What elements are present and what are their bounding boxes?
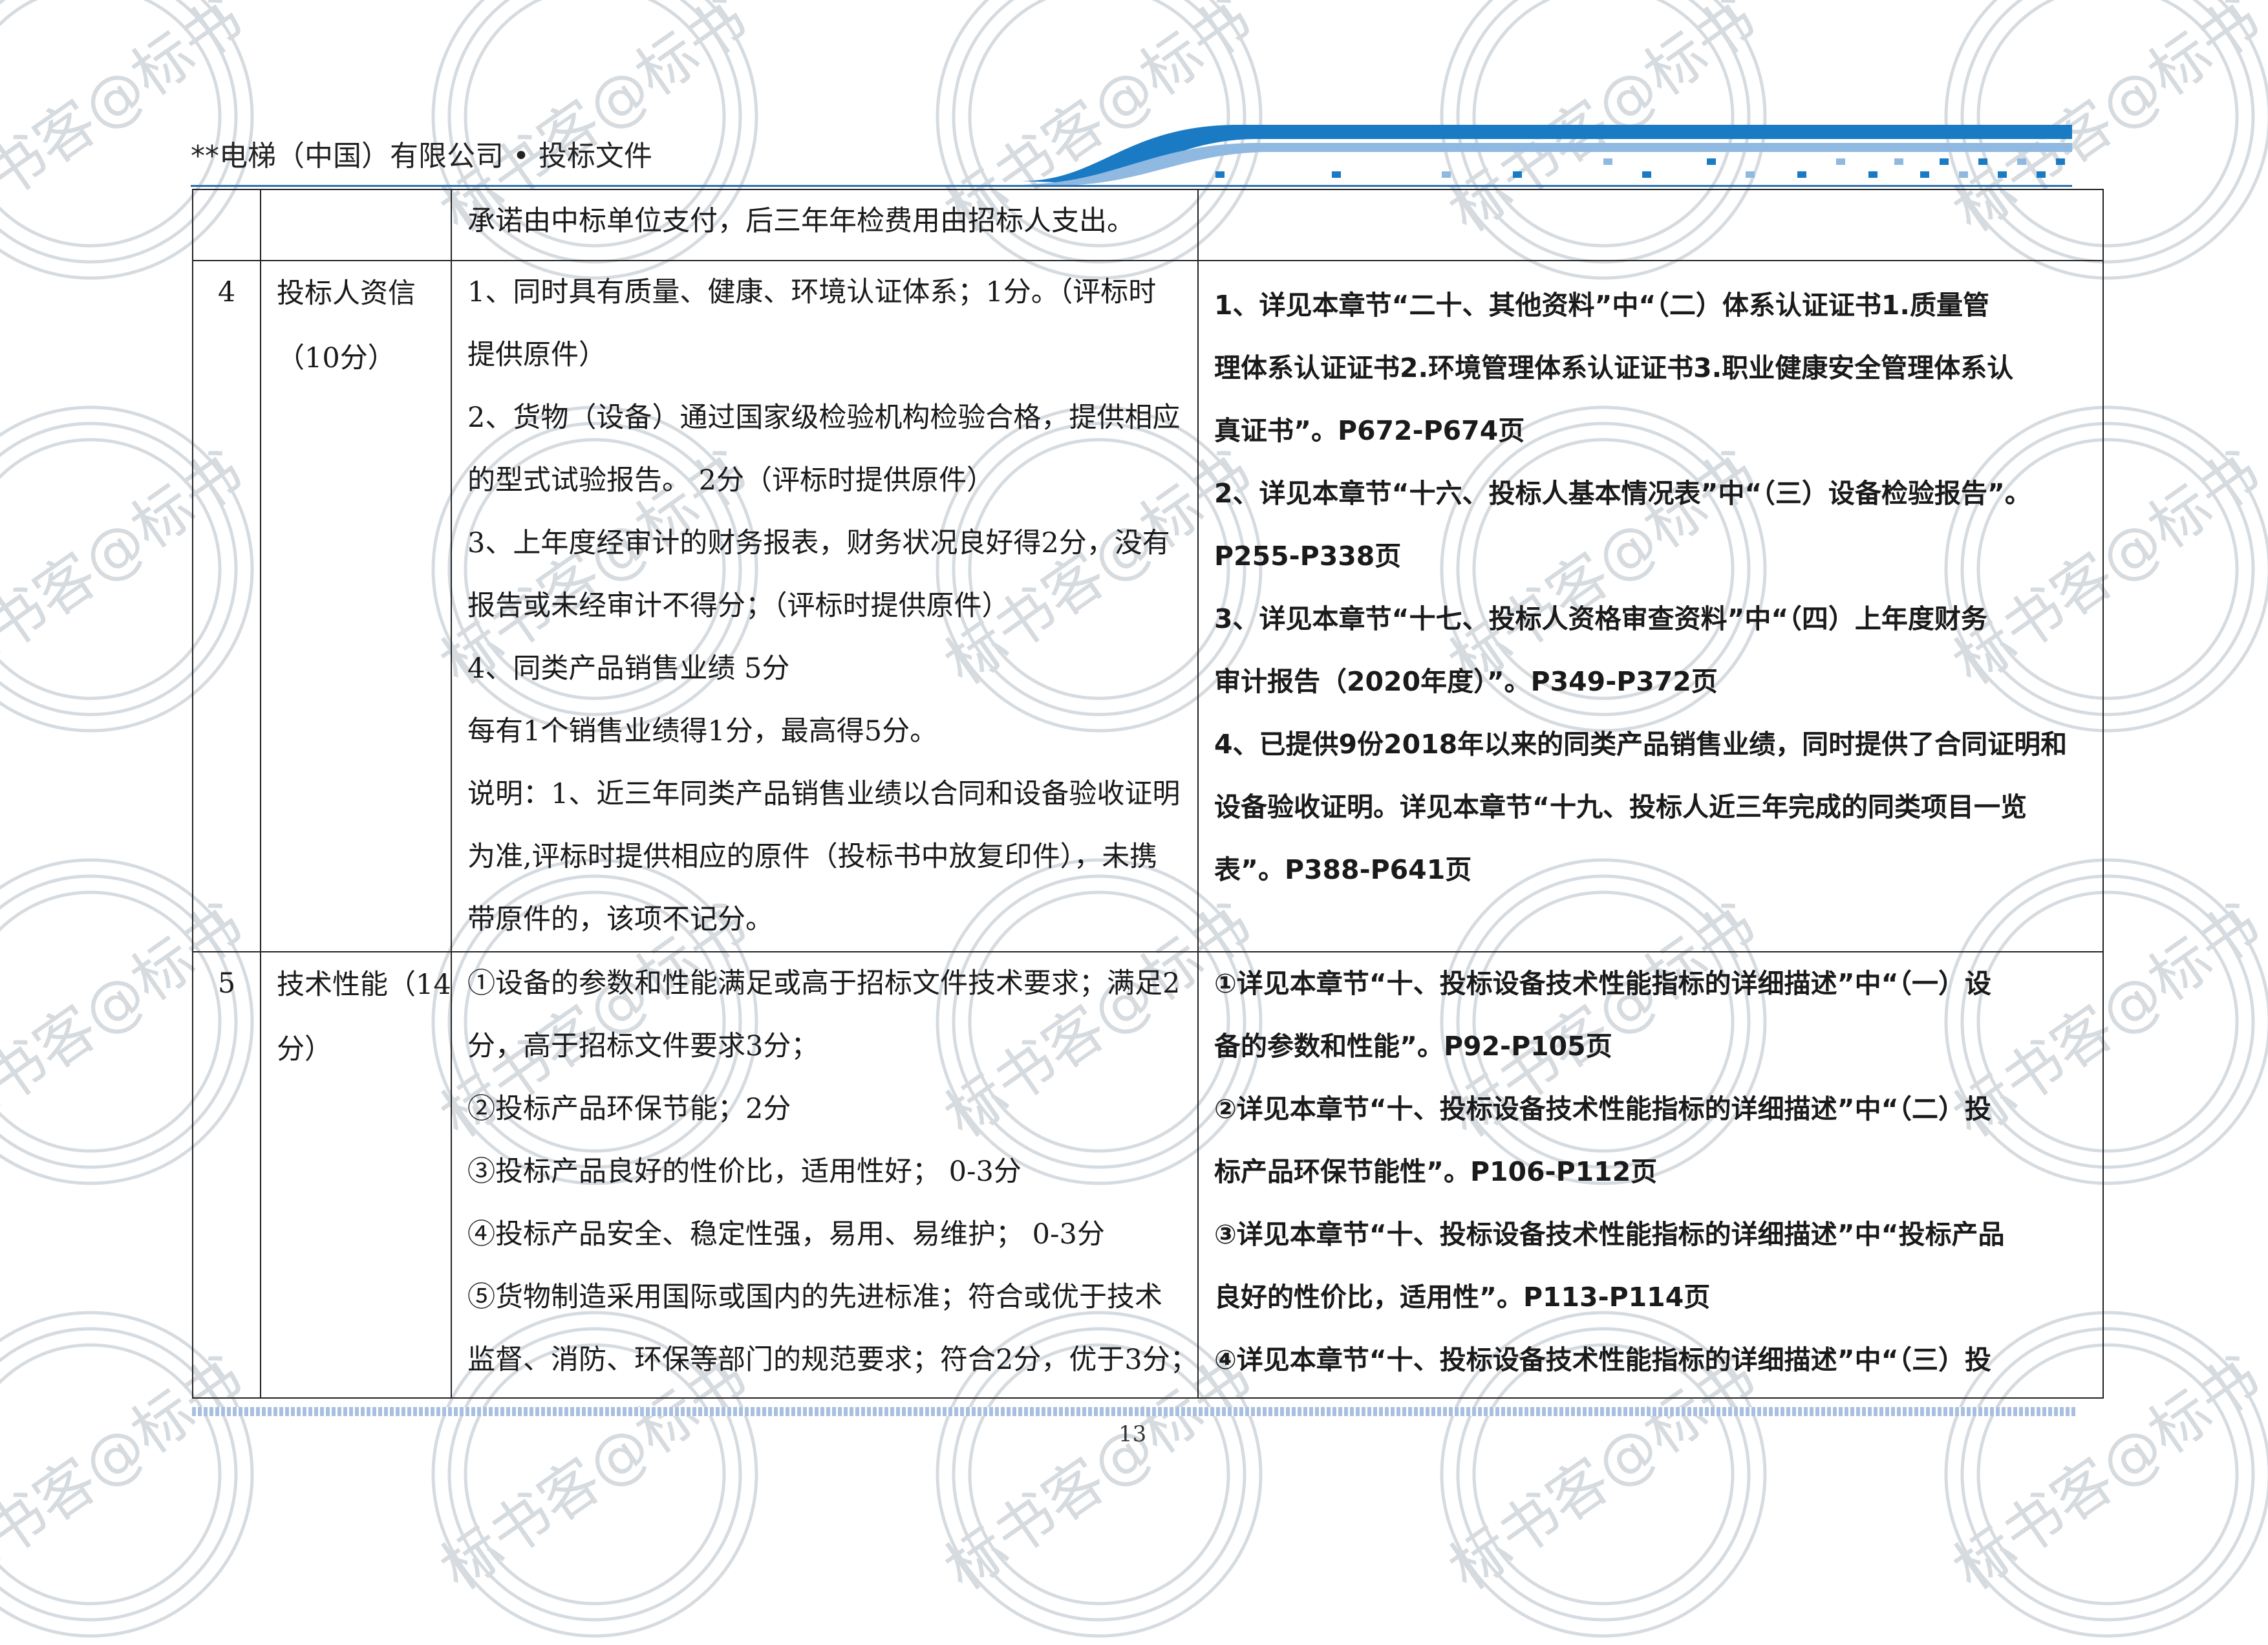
decoration-square bbox=[1603, 158, 1612, 165]
response-line: 理体系认证证书2.环境管理体系认证证书3.职业健康安全管理体系认 bbox=[1214, 352, 2014, 383]
criteria-line: 报告或未经审计不得分；（评标时提供原件） bbox=[467, 590, 1010, 622]
criteria-line: 为准,评标时提供相应的原件（投标书中放复印件），未携 bbox=[467, 841, 1158, 873]
table-row: 承诺由中标单位支付，后三年年检费用由招标人支出。 bbox=[192, 189, 2104, 261]
criteria-line: 带原件的，该项不记分。 bbox=[467, 903, 773, 936]
response-line: 1、详见本章节“二十、其他资料”中“（二）体系认证证书1.质量管 bbox=[1214, 290, 1989, 321]
response-line: 3、详见本章节“十七、投标人资格审查资料”中“（四）上年度财务 bbox=[1214, 603, 1987, 634]
decoration-square bbox=[1513, 171, 1522, 178]
criteria-cell: 1、同时具有质量、健康、环境认证体系；1分。（评标时 提供原件） 2、货物（设备… bbox=[451, 260, 1199, 952]
criteria-line: ①设备的参数和性能满足或高于招标文件技术要求；满足2 bbox=[467, 967, 1181, 1000]
row-number-cell bbox=[192, 189, 261, 261]
criteria-cell: 承诺由中标单位支付，后三年年检费用由招标人支出。 bbox=[451, 189, 1199, 261]
item-cell bbox=[260, 189, 452, 261]
row-number-cell: 4 bbox=[192, 260, 261, 952]
criteria-line: 监督、消防、环保等部门的规范要求；符合2分，优于3分； bbox=[467, 1344, 1198, 1376]
decoration-square bbox=[1642, 171, 1651, 178]
criteria-line: 3、上年度经审计的财务报表，财务状况良好得2分，没有 bbox=[467, 527, 1170, 559]
decoration-square bbox=[1940, 158, 1949, 165]
header-decoration bbox=[1022, 125, 2072, 186]
header-rule bbox=[191, 185, 2072, 187]
decoration-square bbox=[1707, 158, 1716, 165]
response-line: ②详见本章节“十、投标设备技术性能指标的详细描述”中“（二）投 bbox=[1214, 1093, 1992, 1124]
criteria-line: ④投标产品安全、稳定性强，易用、易维护； 0-3分 bbox=[467, 1218, 1105, 1251]
response-cell bbox=[1197, 189, 2104, 261]
decoration-square bbox=[1978, 158, 1987, 165]
response-line: 备的参数和性能”。P92-P105页 bbox=[1214, 1031, 1612, 1062]
criteria-line: ③投标产品良好的性价比，适用性好； 0-3分 bbox=[467, 1156, 1022, 1188]
criteria-line: 提供原件） bbox=[467, 339, 606, 371]
criteria-line: 4、同类产品销售业绩 5分 bbox=[467, 652, 790, 685]
decoration-square bbox=[1797, 171, 1806, 178]
decoration-square bbox=[1920, 171, 1929, 178]
decoration-square bbox=[1746, 171, 1755, 178]
decoration-square bbox=[1868, 171, 1878, 178]
item-score: （10分） bbox=[277, 342, 396, 374]
decoration-square bbox=[1959, 171, 1968, 178]
criteria-cell: ①设备的参数和性能满足或高于招标文件技术要求；满足2 分，高于招标文件要求3分；… bbox=[451, 951, 1199, 1399]
item-cell: 投标人资信 （10分） bbox=[260, 260, 452, 952]
item-name: 技术性能（14 bbox=[277, 969, 451, 1001]
criteria-line: 分，高于招标文件要求3分； bbox=[467, 1030, 819, 1062]
criteria-line: ⑤货物制造采用国际或国内的先进标准；符合或优于技术 bbox=[467, 1281, 1162, 1313]
response-line: ④详见本章节“十、投标设备技术性能指标的详细描述”中“（三）投 bbox=[1214, 1344, 1992, 1375]
decoration-square bbox=[2017, 158, 2026, 165]
criteria-line: 说明：1、近三年同类产品销售业绩以合同和设备验收证明 bbox=[467, 778, 1181, 810]
response-line: 良好的性价比，适用性”。P113-P114页 bbox=[1214, 1282, 1711, 1313]
response-cell: ①详见本章节“十、投标设备技术性能指标的详细描述”中“（一）设 备的参数和性能”… bbox=[1197, 951, 2104, 1399]
table-row: 5 技术性能（14 分） ①设备的参数和性能满足或高于招标文件技术要求；满足2 … bbox=[192, 951, 2104, 1399]
response-line: P255-P338页 bbox=[1214, 541, 1402, 572]
response-line: 真证书”。P672-P674页 bbox=[1214, 415, 1525, 446]
response-line: 2、详见本章节“十六、投标人基本情况表”中“（三）设备检验报告”。 bbox=[1214, 478, 2031, 509]
response-line: 审计报告（2020年度）”。P349-P372页 bbox=[1214, 666, 1718, 697]
scoring-table: 承诺由中标单位支付，后三年年检费用由招标人支出。 4 投标人资信 （10分） 1… bbox=[192, 189, 2104, 1399]
criteria-line: 1、同时具有质量、健康、环境认证体系；1分。（评标时 bbox=[467, 276, 1157, 308]
document-header-title: **电梯（中国）有限公司 • 投标文件 bbox=[191, 140, 652, 173]
decoration-square bbox=[1215, 171, 1225, 178]
decoration-square bbox=[1332, 171, 1341, 178]
response-line: 标产品环保节能性”。P106-P112页 bbox=[1214, 1156, 1658, 1187]
decoration-square bbox=[1998, 171, 2007, 178]
criteria-line: 的型式试验报告。 2分（评标时提供原件） bbox=[467, 464, 995, 497]
decoration-square bbox=[1894, 158, 1903, 165]
item-score: 分） bbox=[277, 1033, 332, 1066]
decoration-square bbox=[1442, 171, 1451, 178]
decoration-square bbox=[2037, 171, 2046, 178]
response-line: ③详见本章节“十、投标设备技术性能指标的详细描述”中“投标产品 bbox=[1214, 1219, 2005, 1250]
criteria-line: ②投标产品环保节能；2分 bbox=[467, 1093, 791, 1125]
response-cell: 1、详见本章节“二十、其他资料”中“（二）体系认证证书1.质量管 理体系认证证书… bbox=[1197, 260, 2104, 952]
criteria-line: 每有1个销售业绩得1分，最高得5分。 bbox=[467, 715, 938, 747]
response-line: 4、已提供9份2018年以来的同类产品销售业绩，同时提供了合同证明和 bbox=[1214, 729, 2068, 760]
footer-rule bbox=[192, 1407, 2077, 1416]
table-row: 4 投标人资信 （10分） 1、同时具有质量、健康、环境认证体系；1分。（评标时… bbox=[192, 260, 2104, 952]
decoration-square bbox=[2056, 158, 2065, 165]
criteria-line: 承诺由中标单位支付，后三年年检费用由招标人支出。 bbox=[467, 205, 1135, 237]
response-line: ①详见本章节“十、投标设备技术性能指标的详细描述”中“（一）设 bbox=[1214, 968, 1992, 999]
response-line: 设备验收证明。详见本章节“十九、投标人近三年完成的同类项目一览 bbox=[1214, 791, 2027, 822]
item-name: 投标人资信 bbox=[277, 277, 416, 310]
item-cell: 技术性能（14 分） bbox=[260, 951, 452, 1399]
page-number: 13 bbox=[1118, 1421, 1147, 1447]
criteria-line: 2、货物（设备）通过国家级检验机构检验合格，提供相应 bbox=[467, 402, 1181, 434]
row-number-cell: 5 bbox=[192, 951, 261, 1399]
decoration-square bbox=[1836, 158, 1845, 165]
response-line: 表”。P388-P641页 bbox=[1214, 854, 1472, 885]
